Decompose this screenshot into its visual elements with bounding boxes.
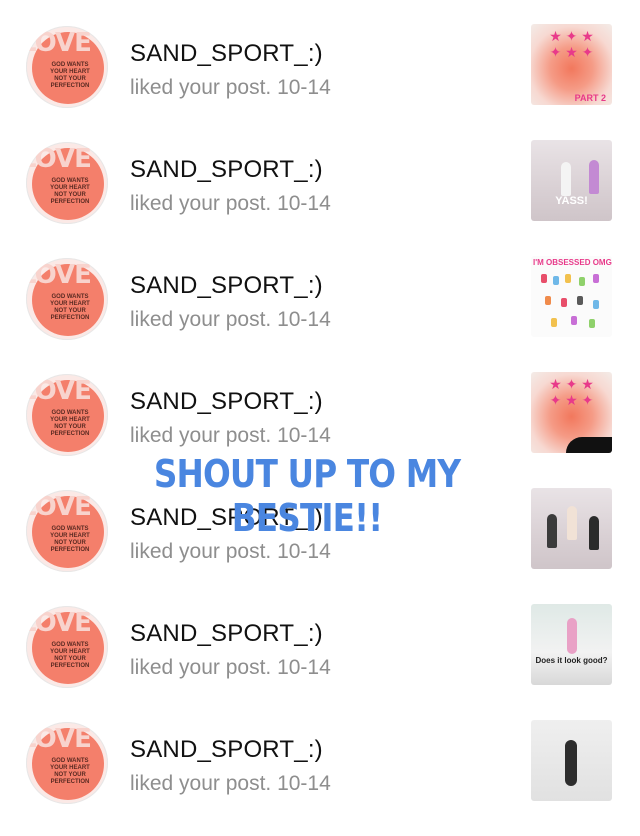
thumbnail-caption: Does it look good? xyxy=(535,656,608,665)
product-icon xyxy=(541,274,547,283)
notification-action-text: liked your post. 10-14 xyxy=(130,308,331,331)
product-icon xyxy=(545,296,551,305)
product-icon xyxy=(589,319,595,328)
product-icon xyxy=(579,277,585,286)
overlay-caption-text: SHOUT UP TO MY BESTIE!! xyxy=(153,452,461,540)
avatar-love-text: LOVE xyxy=(26,492,92,522)
product-icon xyxy=(551,318,557,327)
username[interactable]: SAND_SPORT_:) xyxy=(130,620,323,648)
avatar-love-text: LOVE xyxy=(26,144,92,174)
post-thumbnail[interactable] xyxy=(531,488,612,569)
thumbnail-caption: I'M OBSESSED OMG xyxy=(533,258,612,267)
post-thumbnail[interactable]: ★ ✦ ★ ✦ ★ ✦ xyxy=(531,372,612,453)
post-thumbnail[interactable]: Does it look good? xyxy=(531,604,612,685)
avatar-motto-text: GOD WANTS YOUR HEART NOT YOUR PERFECTION xyxy=(50,294,90,321)
notification-action-text: liked your post. 10-14 xyxy=(130,540,331,563)
username[interactable]: SAND_SPORT_:) xyxy=(130,40,323,68)
user-avatar[interactable]: LOVE GOD WANTS YOUR HEART NOT YOUR PERFE… xyxy=(26,606,108,688)
notification-action-text: liked your post. 10-14 xyxy=(130,656,331,679)
username[interactable]: SAND_SPORT_:) xyxy=(130,156,323,184)
thumbnail-title-graphic: ★ ✦ ★ ✦ ★ ✦ xyxy=(549,28,594,60)
notification-action-text: liked your post. 10-14 xyxy=(130,192,331,215)
notification-row[interactable]: LOVE GOD WANTS YOUR HEART NOT YOUR PERFE… xyxy=(0,24,640,140)
user-avatar[interactable]: LOVE GOD WANTS YOUR HEART NOT YOUR PERFE… xyxy=(26,142,108,224)
product-icon xyxy=(561,298,567,307)
post-thumbnail[interactable]: YASS! xyxy=(531,140,612,221)
product-icon xyxy=(565,274,571,283)
product-icon xyxy=(593,274,599,283)
notification-action-text: liked your post. 10-14 xyxy=(130,424,331,447)
thumbnail-caption: YASS! xyxy=(555,195,588,207)
username[interactable]: SAND_SPORT_:) xyxy=(130,388,323,416)
avatar-motto-text: GOD WANTS YOUR HEART NOT YOUR PERFECTION xyxy=(50,758,90,785)
notification-action-text: liked your post. 10-14 xyxy=(130,772,331,795)
product-icon xyxy=(571,316,577,325)
avatar-motto-text: GOD WANTS YOUR HEART NOT YOUR PERFECTION xyxy=(50,410,90,437)
thumbnail-shadow-shape xyxy=(566,437,612,453)
username[interactable]: SAND_SPORT_:) xyxy=(130,272,323,300)
avatar-figure xyxy=(589,516,599,550)
user-avatar[interactable]: LOVE GOD WANTS YOUR HEART NOT YOUR PERFE… xyxy=(26,722,108,804)
product-icon xyxy=(577,296,583,305)
username[interactable]: SAND_SPORT_:) xyxy=(130,736,323,764)
user-avatar[interactable]: LOVE GOD WANTS YOUR HEART NOT YOUR PERFE… xyxy=(26,374,108,456)
user-avatar[interactable]: LOVE GOD WANTS YOUR HEART NOT YOUR PERFE… xyxy=(26,490,108,572)
avatar-figure xyxy=(589,160,599,194)
avatar-love-text: LOVE xyxy=(26,376,92,406)
user-avatar[interactable]: LOVE GOD WANTS YOUR HEART NOT YOUR PERFE… xyxy=(26,26,108,108)
notification-row[interactable]: LOVE GOD WANTS YOUR HEART NOT YOUR PERFE… xyxy=(0,720,640,836)
notification-row[interactable]: LOVE GOD WANTS YOUR HEART NOT YOUR PERFE… xyxy=(0,604,640,720)
product-icon xyxy=(553,276,559,285)
avatar-love-text: LOVE xyxy=(26,260,92,290)
avatar-motto-text: GOD WANTS YOUR HEART NOT YOUR PERFECTION xyxy=(50,62,90,89)
product-icon xyxy=(593,300,599,309)
post-thumbnail[interactable]: I'M OBSESSED OMG xyxy=(531,256,612,337)
avatar-figure xyxy=(561,162,571,196)
thumbnail-caption: PART 2 xyxy=(574,93,606,103)
avatar-figure xyxy=(567,618,577,654)
avatar-motto-text: GOD WANTS YOUR HEART NOT YOUR PERFECTION xyxy=(50,526,90,553)
avatar-love-text: LOVE xyxy=(26,724,92,754)
avatar-motto-text: GOD WANTS YOUR HEART NOT YOUR PERFECTION xyxy=(50,642,90,669)
avatar-figure xyxy=(565,740,577,786)
activity-notification-list: LOVE GOD WANTS YOUR HEART NOT YOUR PERFE… xyxy=(0,0,640,817)
avatar-figure xyxy=(567,506,577,540)
thumbnail-title-graphic: ★ ✦ ★ ✦ ★ ✦ xyxy=(549,376,594,408)
avatar-love-text: LOVE xyxy=(26,608,92,638)
notification-action-text: liked your post. 10-14 xyxy=(130,76,331,99)
user-avatar[interactable]: LOVE GOD WANTS YOUR HEART NOT YOUR PERFE… xyxy=(26,258,108,340)
avatar-love-text: LOVE xyxy=(26,28,92,58)
post-thumbnail[interactable]: ★ ✦ ★ ✦ ★ ✦ PART 2 xyxy=(531,24,612,105)
avatar-motto-text: GOD WANTS YOUR HEART NOT YOUR PERFECTION xyxy=(50,178,90,205)
notification-row[interactable]: LOVE GOD WANTS YOUR HEART NOT YOUR PERFE… xyxy=(0,256,640,372)
avatar-figure xyxy=(547,514,557,548)
post-thumbnail[interactable] xyxy=(531,720,612,801)
notification-row[interactable]: LOVE GOD WANTS YOUR HEART NOT YOUR PERFE… xyxy=(0,140,640,256)
